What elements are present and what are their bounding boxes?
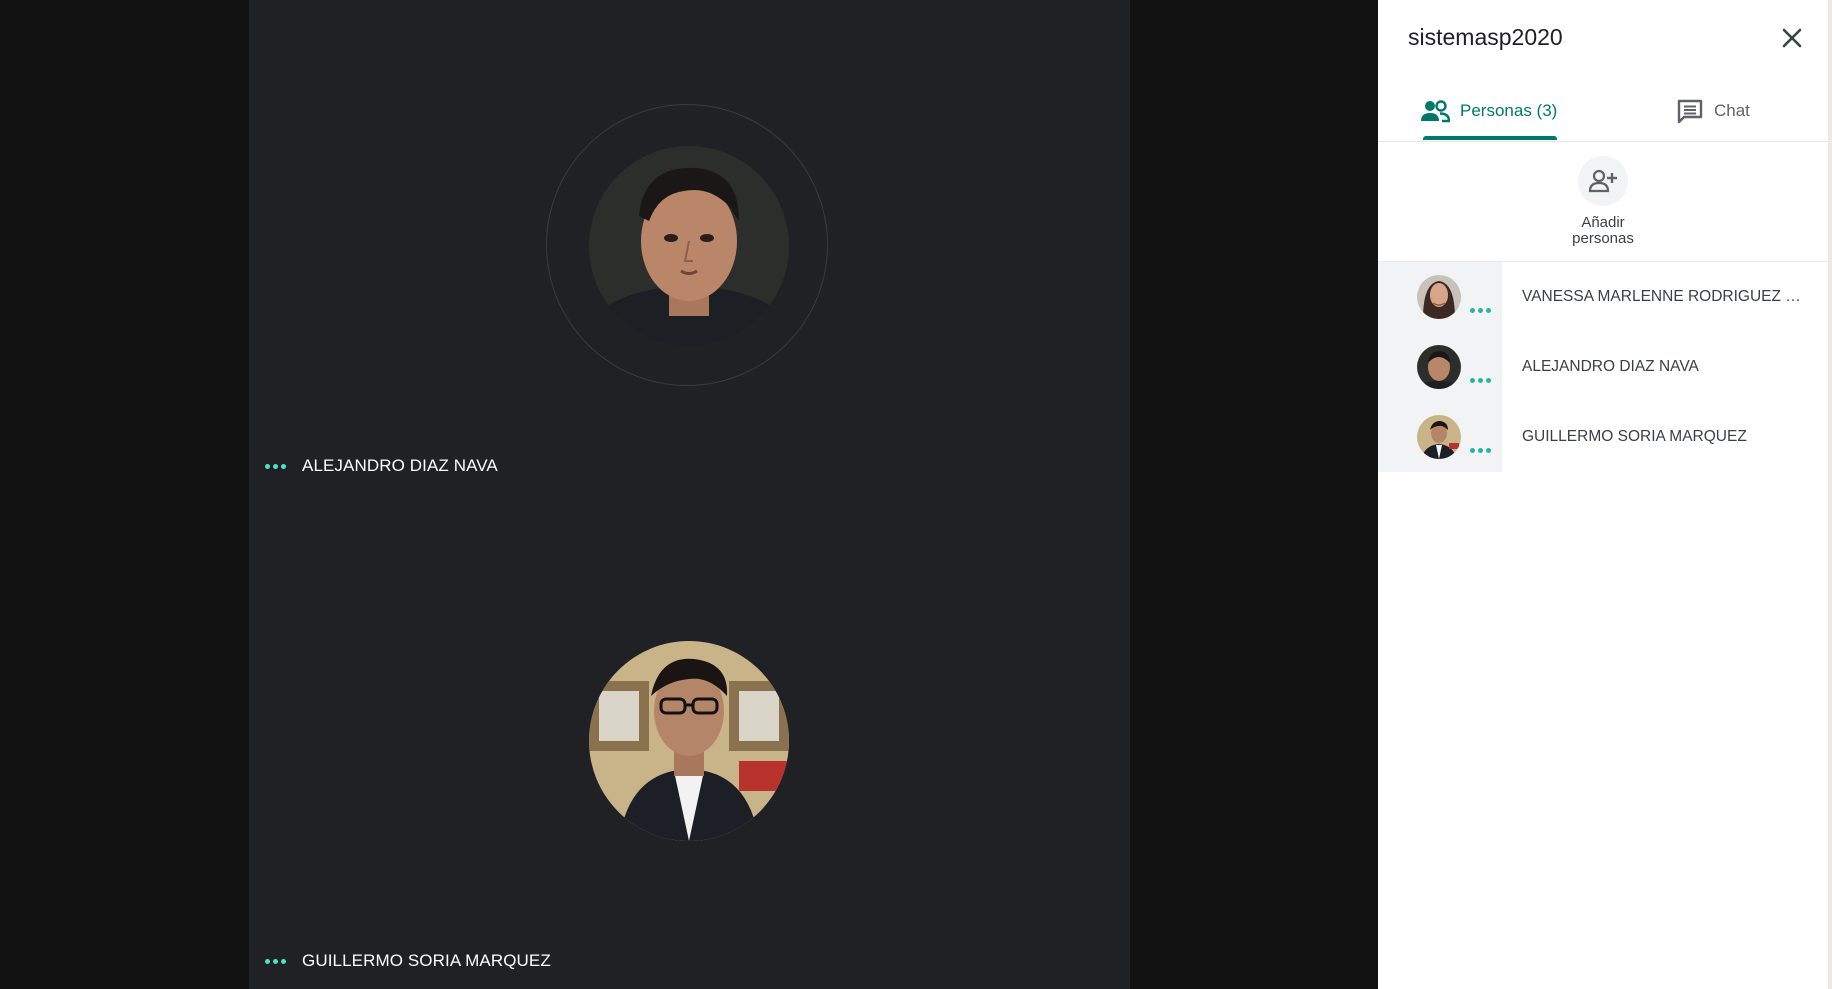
- tab-people[interactable]: Personas (3): [1420, 80, 1557, 142]
- avatar: [589, 146, 789, 346]
- chat-icon: [1676, 98, 1704, 124]
- add-people-label: Añadir personas: [1572, 214, 1634, 247]
- list-item[interactable]: VANESSA MARLENNE RODRIGUEZ B...: [1378, 262, 1828, 332]
- list-item[interactable]: GUILLERMO SORIA MARQUEZ: [1378, 402, 1828, 472]
- participant-name: GUILLERMO SORIA MARQUEZ: [265, 951, 551, 971]
- more-options-icon[interactable]: [1470, 378, 1491, 383]
- window-edge: [1828, 0, 1832, 989]
- tab-chat[interactable]: Chat: [1676, 80, 1750, 142]
- people-list: VANESSA MARLENNE RODRIGUEZ B... ALEJANDR: [1378, 262, 1828, 472]
- avatar: [1417, 275, 1461, 319]
- meeting-title: sistemasp2020: [1408, 24, 1563, 50]
- participant-name: GUILLERMO SORIA MARQUEZ: [1522, 428, 1747, 445]
- tab-chat-label: Chat: [1714, 101, 1750, 120]
- participant-name-label: ALEJANDRO DIAZ NAVA: [302, 456, 498, 475]
- list-item[interactable]: ALEJANDRO DIAZ NAVA: [1378, 332, 1828, 402]
- participant-name: VANESSA MARLENNE RODRIGUEZ B...: [1522, 288, 1807, 305]
- people-icon: [1420, 99, 1450, 123]
- meeting-window: ALEJANDRO DIAZ NAVA GUILLERMO SORIA MARQ…: [0, 0, 1832, 989]
- participant-tile[interactable]: GUILLERMO SORIA MARQUEZ: [249, 495, 1130, 989]
- tab-people-label: Personas (3): [1460, 101, 1558, 120]
- participant-tile[interactable]: ALEJANDRO DIAZ NAVA: [249, 0, 1130, 495]
- add-person-icon: [1578, 156, 1628, 206]
- close-icon: [1782, 28, 1802, 48]
- video-stage: ALEJANDRO DIAZ NAVA GUILLERMO SORIA MARQ…: [249, 0, 1130, 989]
- close-button[interactable]: [1774, 20, 1810, 56]
- side-panel: sistemasp2020 Personas (3) Chat Añadir p…: [1378, 0, 1828, 989]
- avatar: [589, 641, 789, 841]
- more-options-icon[interactable]: [1470, 308, 1491, 313]
- more-options-icon[interactable]: [1470, 448, 1491, 453]
- avatar: [1417, 415, 1461, 459]
- avatar: [1417, 345, 1461, 389]
- participant-name-label: GUILLERMO SORIA MARQUEZ: [302, 951, 551, 970]
- add-people-button[interactable]: Añadir personas: [1528, 156, 1678, 247]
- more-options-icon[interactable]: [265, 463, 286, 469]
- participant-name: ALEJANDRO DIAZ NAVA: [265, 456, 498, 476]
- panel-tabs: Personas (3) Chat: [1378, 80, 1828, 142]
- participant-name: ALEJANDRO DIAZ NAVA: [1522, 358, 1699, 375]
- more-options-icon[interactable]: [265, 958, 286, 964]
- active-tab-indicator: [1423, 136, 1557, 140]
